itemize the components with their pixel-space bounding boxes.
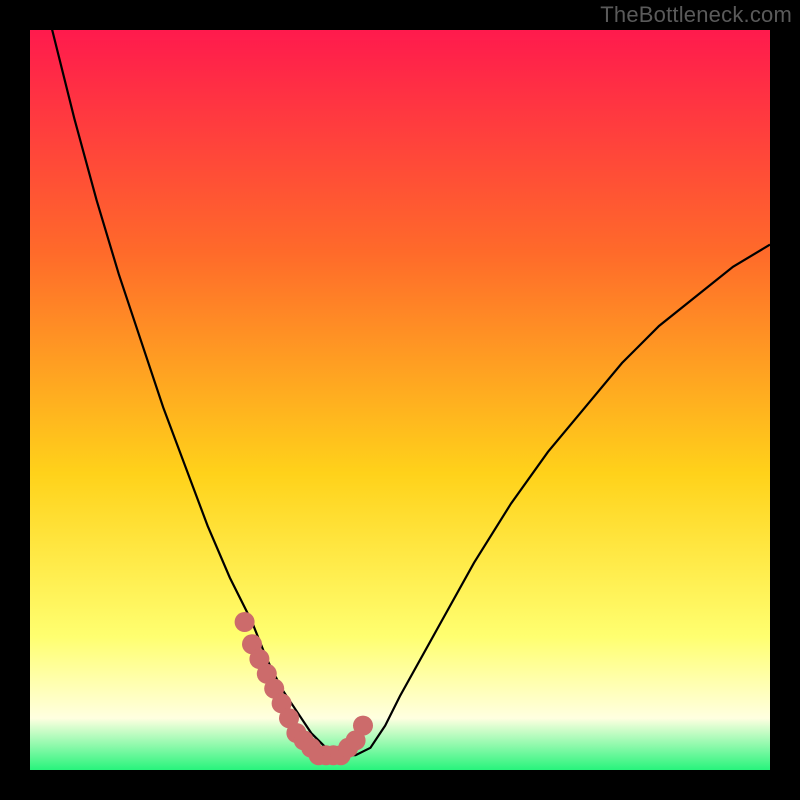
curve-marker bbox=[353, 716, 373, 736]
chart-frame: TheBottleneck.com bbox=[0, 0, 800, 800]
curve-marker bbox=[235, 612, 255, 632]
chart-plot-area bbox=[30, 30, 770, 770]
chart-svg bbox=[30, 30, 770, 770]
watermark-text: TheBottleneck.com bbox=[600, 2, 792, 28]
chart-background-gradient bbox=[30, 30, 770, 770]
